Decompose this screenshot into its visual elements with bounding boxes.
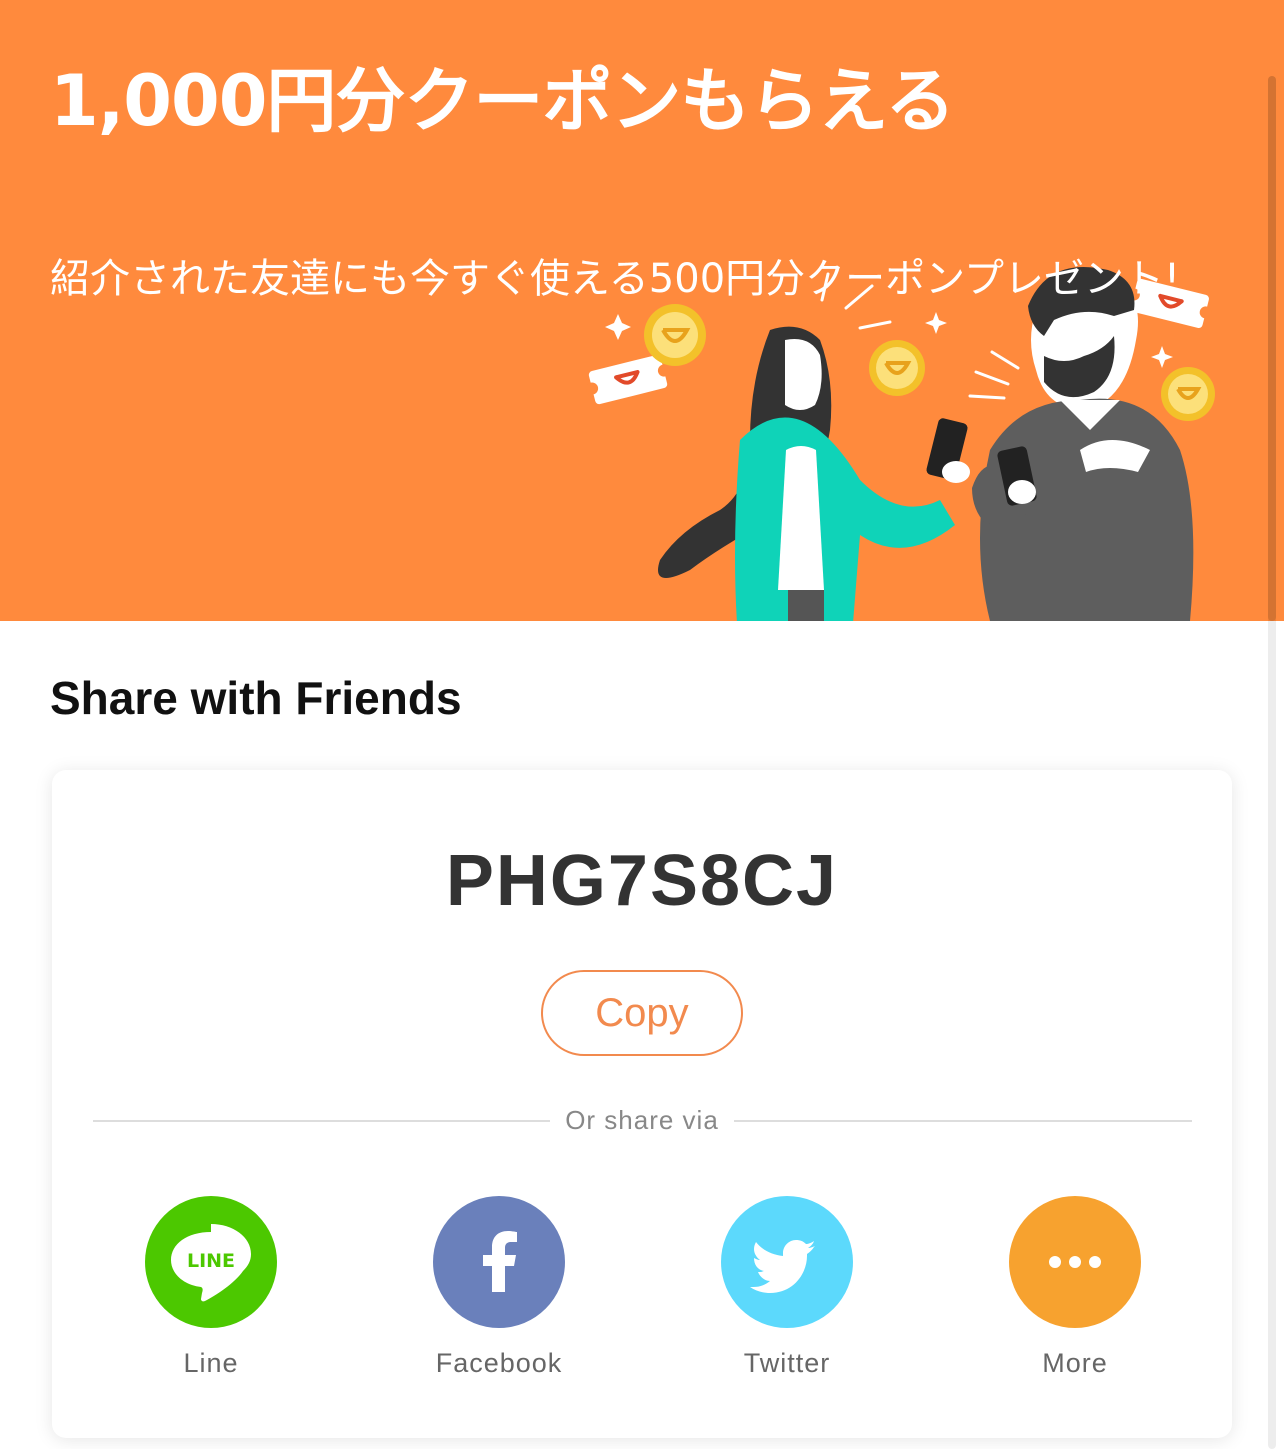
hero-subtitle: 紹介された友達にも今すぐ使える500円分クーポンプレゼント! bbox=[50, 256, 1180, 302]
friends-sharing-illustration bbox=[586, 266, 1215, 621]
hero-banner: 1,000円分クーポンもらえる 紹介された友達にも今すぐ使える500円分クーポン… bbox=[0, 0, 1284, 621]
share-option-label: Twitter bbox=[743, 1348, 831, 1378]
scrollbar[interactable] bbox=[1268, 76, 1276, 1449]
divider-line-right bbox=[734, 1120, 1192, 1122]
coin-icon bbox=[1161, 367, 1215, 421]
hero-title: 1,000円分クーポンもらえる bbox=[50, 60, 955, 142]
share-more-button[interactable]: More bbox=[990, 1196, 1160, 1386]
more-icon[interactable] bbox=[1009, 1196, 1141, 1328]
coin-icon bbox=[644, 304, 706, 366]
referral-code: PHG7S8CJ bbox=[445, 841, 839, 921]
twitter-icon[interactable] bbox=[721, 1196, 853, 1328]
divider-label: Or share via bbox=[565, 1105, 719, 1135]
share-option-label: Line bbox=[183, 1348, 239, 1378]
facebook-icon[interactable] bbox=[433, 1196, 565, 1328]
scrollbar-thumb[interactable] bbox=[1268, 76, 1276, 621]
copy-button[interactable]: Copy bbox=[541, 970, 743, 1056]
share-twitter-button[interactable]: Twitter bbox=[702, 1196, 872, 1386]
share-facebook-button[interactable]: Facebook bbox=[414, 1196, 584, 1386]
share-section-heading: Share with Friends bbox=[50, 672, 462, 724]
svg-text:LINE: LINE bbox=[187, 1250, 235, 1272]
share-option-label: More bbox=[1042, 1348, 1108, 1378]
divider-line-left bbox=[93, 1120, 550, 1122]
share-option-label: Facebook bbox=[435, 1348, 563, 1378]
coin-icon bbox=[869, 340, 925, 396]
share-line-button[interactable]: LINE Line bbox=[126, 1196, 296, 1386]
line-icon[interactable]: LINE bbox=[145, 1196, 277, 1328]
